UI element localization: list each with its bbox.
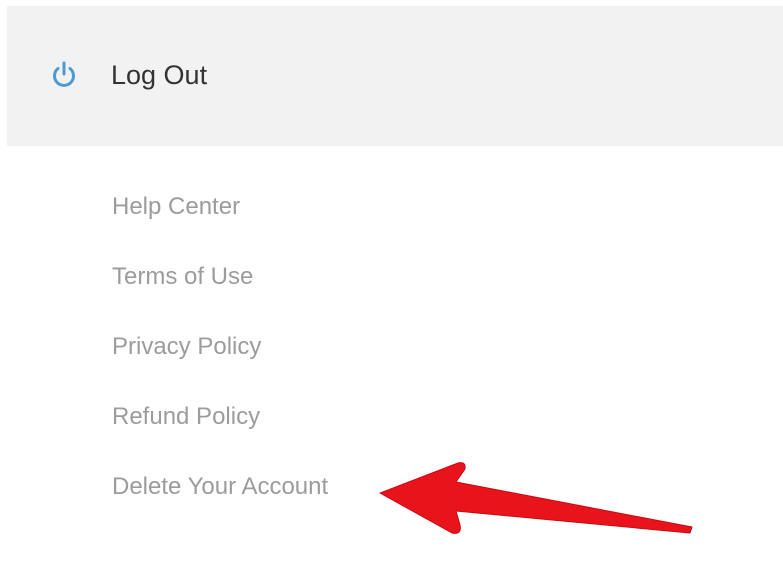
footer-links-list: Help Center Terms of Use Privacy Policy …: [112, 190, 328, 540]
list-item: Refund Policy: [112, 400, 328, 470]
account-menu: Log Out Help Center Terms of Use Privacy…: [0, 0, 783, 564]
logout-label: Log Out: [111, 60, 208, 90]
list-item: Terms of Use: [112, 260, 328, 330]
privacy-policy-link[interactable]: Privacy Policy: [112, 330, 261, 364]
help-center-link[interactable]: Help Center: [112, 190, 240, 224]
power-icon: [49, 60, 79, 90]
list-item: Help Center: [112, 190, 328, 260]
delete-account-link[interactable]: Delete Your Account: [112, 470, 328, 504]
list-item: Delete Your Account: [112, 470, 328, 540]
terms-of-use-link[interactable]: Terms of Use: [112, 260, 253, 294]
red-arrow-icon: [379, 462, 693, 534]
logout-button[interactable]: Log Out: [7, 6, 783, 146]
refund-policy-link[interactable]: Refund Policy: [112, 400, 260, 434]
list-item: Privacy Policy: [112, 330, 328, 400]
